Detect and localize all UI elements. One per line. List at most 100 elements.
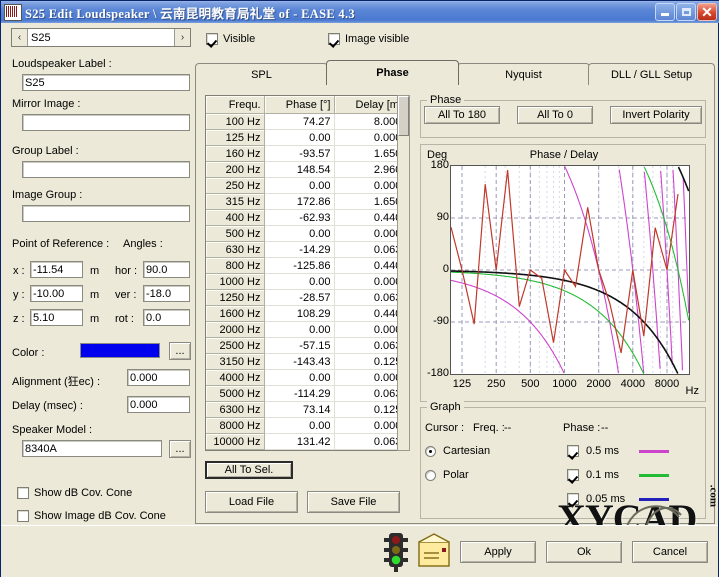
mail-icon[interactable] — [418, 533, 450, 567]
load-file-button[interactable]: Load File — [205, 491, 298, 513]
close-button[interactable]: ✕ — [697, 3, 717, 21]
show-image-db-cov-cone-box[interactable] — [17, 510, 29, 522]
cell-frequency[interactable]: 2000 Hz — [206, 321, 265, 338]
table-row[interactable]: 4000 Hz 0.00 0.0000 — [206, 369, 409, 386]
apply-button[interactable]: Apply — [460, 541, 536, 563]
table-scrollbar[interactable] — [397, 95, 410, 451]
cell-phase[interactable]: 0.00 — [264, 177, 335, 194]
cell-frequency[interactable]: 125 Hz — [206, 129, 265, 146]
trace-0-5ms-checkbox[interactable]: 0.5 ms — [567, 445, 669, 457]
cell-phase[interactable]: 0.00 — [264, 321, 335, 338]
hor-input[interactable] — [143, 261, 190, 278]
cell-phase[interactable]: -125.86 — [264, 257, 335, 274]
cell-frequency[interactable]: 400 Hz — [206, 209, 265, 226]
chart-plot-area[interactable] — [450, 165, 690, 375]
cell-frequency[interactable]: 800 Hz — [206, 257, 265, 274]
cell-phase[interactable]: 73.14 — [264, 401, 335, 418]
cell-phase[interactable]: 0.00 — [264, 273, 335, 290]
table-row[interactable]: 630 Hz -14.29 0.0630 — [206, 241, 409, 258]
loudspeaker-selector-input[interactable] — [28, 29, 174, 46]
cell-frequency[interactable]: 2500 Hz — [206, 337, 265, 354]
table-row[interactable]: 1600 Hz 108.29 0.4405 — [206, 305, 409, 322]
trace-0-05ms-box[interactable] — [567, 493, 579, 505]
z-input[interactable] — [30, 309, 83, 326]
polar-radio-dot[interactable] — [425, 469, 436, 481]
cell-phase[interactable]: -14.29 — [264, 241, 335, 258]
visible-checkbox-box[interactable] — [206, 33, 218, 45]
cell-frequency[interactable]: 100 Hz — [206, 113, 265, 130]
cell-phase[interactable]: -114.29 — [264, 385, 335, 402]
cell-phase[interactable]: 0.00 — [264, 417, 335, 434]
cell-phase[interactable]: 108.29 — [264, 305, 335, 322]
save-file-button[interactable]: Save File — [307, 491, 400, 513]
loudspeaker-selector[interactable]: ‹ › — [11, 28, 191, 47]
next-loudspeaker-icon[interactable]: › — [174, 29, 190, 46]
traffic-light-icon[interactable] — [383, 531, 409, 573]
tab-dll-gll-setup[interactable]: DLL / GLL Setup — [588, 63, 715, 85]
cell-phase[interactable]: -93.57 — [264, 145, 335, 162]
cancel-button[interactable]: Cancel — [632, 541, 708, 563]
cell-phase[interactable]: 131.42 — [264, 433, 335, 450]
cell-frequency[interactable]: 4000 Hz — [206, 369, 265, 386]
table-row[interactable]: 100 Hz 74.27 8.0000 — [206, 113, 409, 130]
invert-polarity-button[interactable]: Invert Polarity — [610, 106, 702, 124]
ok-button[interactable]: Ok — [546, 541, 622, 563]
table-row[interactable]: 2500 Hz -57.15 0.0630 — [206, 337, 409, 354]
trace-0-5ms-box[interactable] — [567, 445, 579, 457]
cartesian-radio[interactable]: Cartesian — [425, 445, 490, 457]
maximize-button[interactable] — [676, 3, 696, 21]
table-row[interactable]: 10000 Hz 131.42 0.0630 — [206, 433, 409, 450]
image-visible-checkbox[interactable]: Image visible — [328, 33, 409, 45]
rot-input[interactable] — [143, 309, 190, 326]
cell-frequency[interactable]: 5000 Hz — [206, 385, 265, 402]
image-visible-checkbox-box[interactable] — [328, 33, 340, 45]
loudspeaker-label-input[interactable] — [22, 74, 190, 91]
cell-frequency[interactable]: 500 Hz — [206, 225, 265, 242]
cell-phase[interactable]: -143.43 — [264, 353, 335, 370]
table-row[interactable]: 2000 Hz 0.00 0.0000 — [206, 321, 409, 338]
ver-input[interactable] — [143, 285, 190, 302]
column-header-phase[interactable]: Phase [°] — [264, 96, 335, 114]
table-row[interactable]: 1250 Hz -28.57 0.0630 — [206, 289, 409, 306]
table-scrollbar-thumb[interactable] — [398, 96, 409, 136]
tab-nyquist[interactable]: Nyquist — [457, 63, 590, 85]
table-row[interactable]: 1000 Hz 0.00 0.0000 — [206, 273, 409, 290]
x-input[interactable] — [30, 261, 83, 278]
cell-frequency[interactable]: 10000 Hz — [206, 433, 265, 450]
cell-frequency[interactable]: 630 Hz — [206, 241, 265, 258]
show-image-db-cov-cone-checkbox[interactable]: Show Image dB Cov. Cone — [17, 510, 166, 522]
show-db-cov-cone-box[interactable] — [17, 487, 29, 499]
prev-loudspeaker-icon[interactable]: ‹ — [12, 29, 28, 46]
cell-phase[interactable]: 0.00 — [264, 225, 335, 242]
table-row[interactable]: 500 Hz 0.00 0.0000 — [206, 225, 409, 242]
cell-phase[interactable]: 0.00 — [264, 129, 335, 146]
minimize-button[interactable] — [655, 3, 675, 21]
table-row[interactable]: 160 Hz -93.57 1.6504 — [206, 145, 409, 162]
image-group-input[interactable] — [22, 205, 190, 222]
cell-frequency[interactable]: 200 Hz — [206, 161, 265, 178]
alignment-input[interactable] — [127, 369, 190, 386]
cell-frequency[interactable]: 1250 Hz — [206, 289, 265, 306]
table-row[interactable]: 8000 Hz 0.00 0.0000 — [206, 417, 409, 434]
table-row[interactable]: 250 Hz 0.00 0.0000 — [206, 177, 409, 194]
cell-phase[interactable]: -28.57 — [264, 289, 335, 306]
cell-frequency[interactable]: 1600 Hz — [206, 305, 265, 322]
table-row[interactable]: 3150 Hz -143.43 0.1255 — [206, 353, 409, 370]
cell-frequency[interactable]: 250 Hz — [206, 177, 265, 194]
all-to-180-button[interactable]: All To 180 — [424, 106, 500, 124]
color-swatch[interactable] — [80, 343, 160, 358]
cell-frequency[interactable]: 1000 Hz — [206, 273, 265, 290]
trace-0-1ms-checkbox[interactable]: 0.1 ms — [567, 469, 669, 481]
trace-0-05ms-checkbox[interactable]: 0.05 ms — [567, 493, 669, 505]
cell-frequency[interactable]: 315 Hz — [206, 193, 265, 210]
tab-spl[interactable]: SPL — [195, 63, 328, 85]
all-to-0-button[interactable]: All To 0 — [517, 106, 593, 124]
table-row[interactable]: 400 Hz -62.93 0.4405 — [206, 209, 409, 226]
phase-delay-table[interactable]: Frequ. Phase [°] Delay [ms] 100 Hz 74.27 8… — [205, 95, 410, 451]
cell-phase[interactable]: -57.15 — [264, 337, 335, 354]
cell-frequency[interactable]: 6300 Hz — [206, 401, 265, 418]
table-row[interactable]: 315 Hz 172.86 1.6504 — [206, 193, 409, 210]
column-header-frequency[interactable]: Frequ. — [206, 96, 265, 114]
table-row[interactable]: 6300 Hz 73.14 0.1255 — [206, 401, 409, 418]
visible-checkbox[interactable]: Visible — [206, 33, 255, 45]
